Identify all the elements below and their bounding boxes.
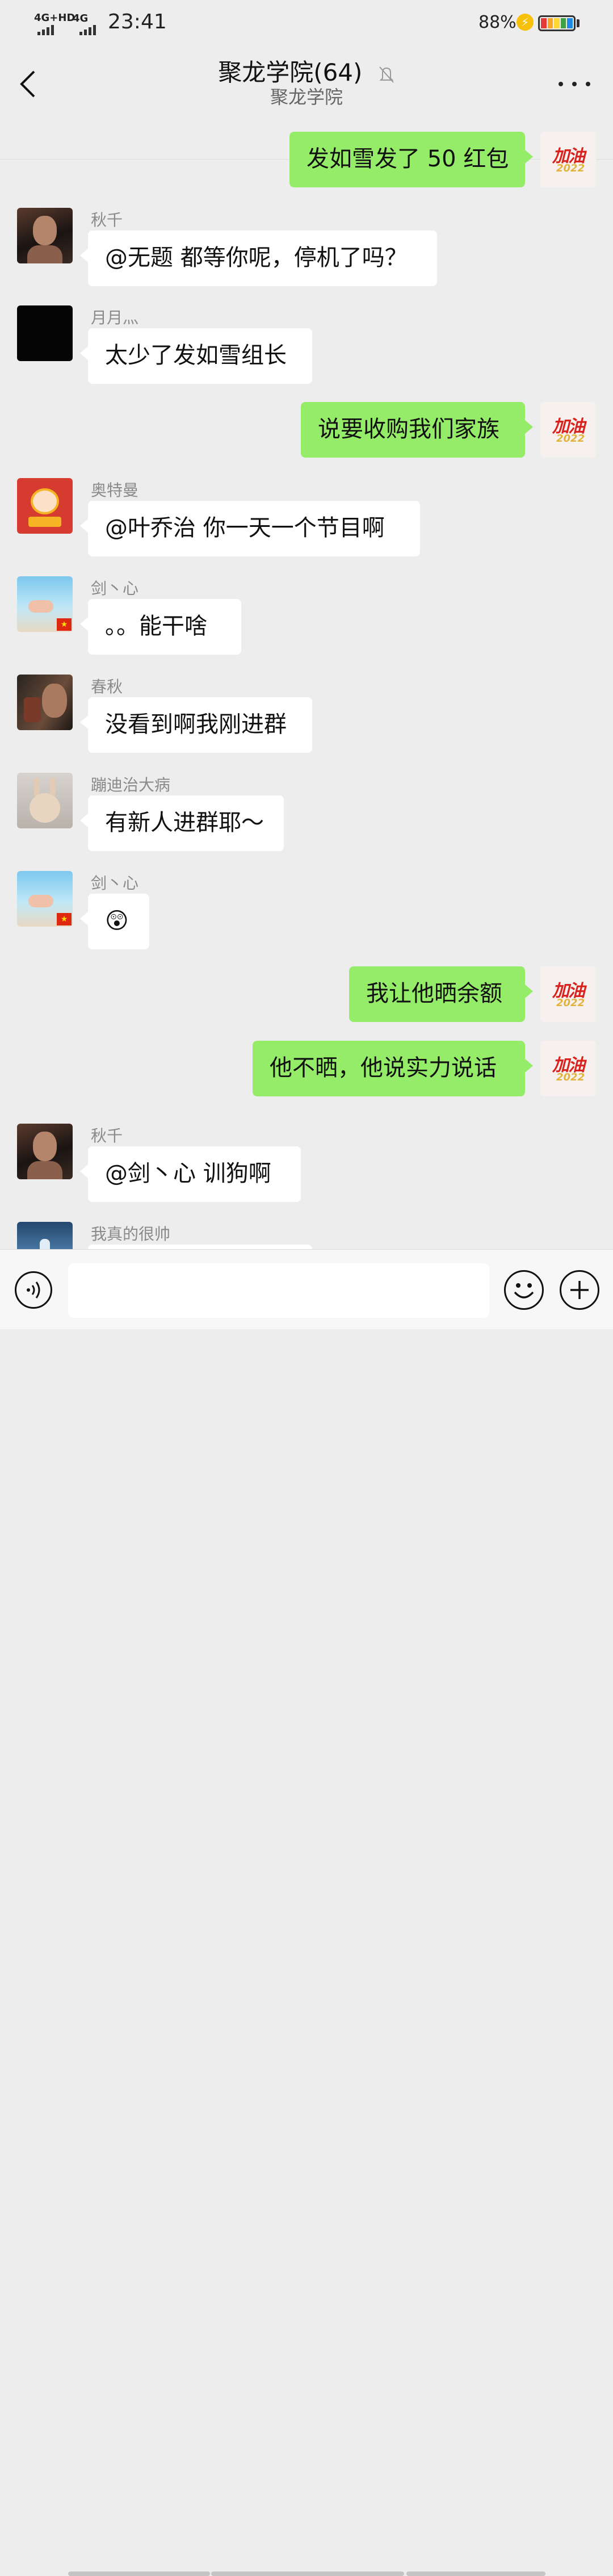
outgoing-bubble[interactable]: 发如雪发了 50 红包 <box>289 132 533 187</box>
network-type-1: 4G+HD <box>34 12 75 24</box>
sender-name: 奥特曼 <box>91 481 139 500</box>
incoming-bubble[interactable]: 😲 <box>80 894 149 949</box>
more-options-icon[interactable] <box>559 78 590 90</box>
outgoing-bubble[interactable]: 说要收购我们家族 <box>301 402 533 458</box>
incoming-bubble[interactable]: @无题 都等你呢，停机了吗？ <box>80 231 437 286</box>
beach-couple-avatar[interactable]: ★ <box>17 576 73 632</box>
incoming-bubble[interactable]: 太少了发如雪组长 <box>80 328 312 384</box>
emoji-icon[interactable] <box>504 1270 544 1310</box>
sender-name: 我真的很帅 <box>91 1225 171 1243</box>
message-input[interactable] <box>68 1263 489 1318</box>
year-text: 2022 <box>556 433 585 445</box>
gesture-bar <box>406 2571 545 2576</box>
incoming-bubble[interactable]: 。。能干啥 <box>80 599 241 655</box>
input-bar <box>0 1249 613 2576</box>
network-type-2: 4G <box>73 12 89 24</box>
battery-icon <box>538 15 576 31</box>
incoming-bubble[interactable]: @叶乔治 你一天一个节目啊 <box>80 501 420 556</box>
mute-bell-icon <box>379 66 394 83</box>
man-portrait-avatar[interactable] <box>17 1124 73 1179</box>
incoming-bubble[interactable]: 有新人进群耶～ <box>80 795 284 851</box>
battery-tip <box>577 19 580 27</box>
incoming-bubble[interactable]: 没看到啊我刚进群 <box>80 697 312 753</box>
cartoon-tiger-avatar[interactable] <box>17 478 73 534</box>
status-bar: 4G+HD 4G 23:41 88% ⚡ <box>0 0 613 45</box>
outgoing-bubble[interactable]: 他不晒，他说实力说话 <box>253 1041 533 1096</box>
clock: 23:41 <box>108 10 167 33</box>
sender-name: 蹦迪治大病 <box>91 776 171 794</box>
self-jiayou-2022-avatar[interactable]: 加油 2022 <box>540 1041 596 1096</box>
beach-couple-avatar[interactable]: ★ <box>17 871 73 927</box>
gesture-bar <box>68 2571 210 2576</box>
chat-subtitle: 聚龙学院 <box>270 86 343 108</box>
cat-bunny-avatar[interactable] <box>17 773 73 828</box>
sender-name: 月月灬 <box>91 308 139 327</box>
gesture-bar <box>211 2571 404 2576</box>
outgoing-bubble[interactable]: 我让他晒余额 <box>349 966 533 1022</box>
year-text: 2022 <box>556 1071 585 1083</box>
year-text: 2022 <box>556 997 585 1009</box>
man-portrait-avatar[interactable] <box>17 208 73 263</box>
charging-icon: ⚡ <box>517 14 534 31</box>
year-text: 2022 <box>556 162 585 174</box>
sender-name: 春秋 <box>91 677 123 696</box>
china-flag-icon: ★ <box>57 913 72 925</box>
incoming-bubble[interactable]: @剑丶心 训狗啊 <box>80 1146 301 1202</box>
voice-icon[interactable] <box>15 1271 52 1309</box>
plus-icon[interactable] <box>560 1270 599 1310</box>
signal-icon-2 <box>79 25 96 35</box>
signal-icon <box>37 25 54 35</box>
self-jiayou-2022-avatar[interactable]: 加油 2022 <box>540 966 596 1022</box>
group-name: 聚龙学院(64) <box>218 58 363 86</box>
sender-name: 剑丶心 <box>91 579 139 598</box>
self-jiayou-2022-avatar[interactable]: 加油 2022 <box>540 402 596 458</box>
sender-name: 剑丶心 <box>91 874 139 893</box>
sender-name: 秋千 <box>91 211 123 229</box>
drinking-man-avatar[interactable] <box>17 675 73 730</box>
black-avatar[interactable] <box>17 305 73 361</box>
self-jiayou-2022-avatar[interactable]: 加油 2022 <box>540 132 596 187</box>
china-flag-icon: ★ <box>57 618 72 631</box>
sender-name: 秋千 <box>91 1126 123 1145</box>
chat-header: 聚龙学院(64) 聚龙学院 <box>0 45 613 160</box>
battery-percent: 88% <box>478 12 517 32</box>
